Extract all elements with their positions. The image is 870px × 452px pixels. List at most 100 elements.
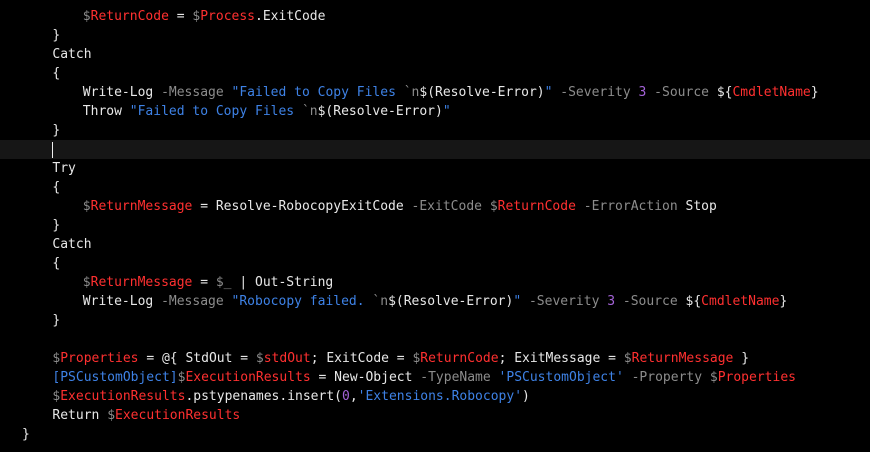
code-token: Process (200, 9, 256, 24)
code-token: $ (107, 408, 116, 423)
code-text: } (52, 26, 60, 45)
code-line[interactable] (0, 140, 870, 159)
code-token: , (349, 389, 358, 404)
code-token: $ (82, 9, 91, 24)
code-token: Throw (82, 104, 130, 119)
code-token: | Out-String (231, 275, 334, 290)
code-token: `n (403, 85, 420, 100)
code-line[interactable]: } (0, 26, 870, 45)
code-text: { (52, 178, 60, 197)
code-token: -ExitCode (411, 199, 490, 214)
code-token: "Failed to Copy Files (231, 85, 404, 100)
code-text: } (52, 311, 60, 330)
code-token: ReturnCode (420, 351, 499, 366)
code-token: $ (255, 351, 264, 366)
code-token: $(Resolve-Error) (317, 104, 443, 119)
code-token: } (22, 427, 30, 442)
code-text: } (22, 425, 30, 444)
code-text: Catch (52, 235, 91, 254)
code-line[interactable]: Throw "Failed to Copy Files `n$(Resolve-… (0, 102, 870, 121)
code-line[interactable]: $Properties = @{ StdOut = $stdOut; ExitC… (0, 349, 870, 368)
code-token: 0 (342, 389, 350, 404)
code-token: ReturnMessage (631, 351, 734, 366)
code-token: Catch (52, 237, 92, 252)
code-token: { (52, 256, 61, 271)
code-token: } (52, 218, 61, 233)
code-line[interactable]: Catch (0, 45, 870, 64)
code-token: = (168, 9, 193, 24)
code-token: Stop (685, 199, 717, 214)
code-token: -ErrorAction (575, 199, 686, 214)
code-text: Write-Log -Message "Robocopy failed. `n$… (83, 292, 787, 311)
code-token: $_ (215, 275, 232, 290)
code-token: ${ (685, 294, 702, 309)
code-token: $ (82, 199, 91, 214)
code-line[interactable]: $ReturnMessage = $_ | Out-String (0, 273, 870, 292)
code-line[interactable]: $ExecutionResults.pstypenames.insert(0,'… (0, 387, 870, 406)
code-token: "Robocopy failed. (231, 294, 373, 309)
code-line[interactable]: } (0, 311, 870, 330)
code-token: $ (623, 351, 632, 366)
code-token: [PSCustomObject] (52, 370, 178, 385)
code-token: } (733, 351, 750, 366)
code-text: $ReturnCode = $Process.ExitCode (83, 7, 326, 26)
code-line[interactable]: $ReturnCode = $Process.ExitCode (0, 7, 870, 26)
code-token: CmdletName (701, 294, 780, 309)
code-token: = (192, 275, 216, 290)
code-token: -Source (646, 85, 717, 100)
code-text: { (52, 254, 60, 273)
code-token: $ (709, 370, 718, 385)
code-text: $ReturnMessage = $_ | Out-String (83, 273, 333, 292)
code-token: ${ (716, 85, 733, 100)
code-text: Return $ExecutionResults (52, 406, 240, 425)
code-token: ExecutionResults (185, 370, 311, 385)
code-token: = New-Object (310, 370, 421, 385)
code-text: $ReturnMessage = Resolve-RobocopyExitCod… (83, 197, 717, 216)
code-token: Write-Log (82, 294, 162, 309)
code-token: -Property (623, 370, 710, 385)
code-token: `n (372, 294, 389, 309)
code-text: { (52, 64, 60, 83)
code-text: } (52, 121, 60, 140)
code-token: ReturnMessage (90, 275, 193, 290)
code-line[interactable]: Return $ExecutionResults (0, 406, 870, 425)
code-line[interactable]: { (0, 178, 870, 197)
code-token: ; ExitCode = (310, 351, 413, 366)
code-line[interactable]: { (0, 254, 870, 273)
code-token: CmdletName (732, 85, 811, 100)
code-editor[interactable]: $ReturnCode = $Process.ExitCode} Catch{Wr… (0, 0, 870, 452)
code-line[interactable]: } (0, 425, 870, 444)
code-token: Properties (717, 370, 796, 385)
code-line[interactable]: Write-Log -Message "Failed to Copy Files… (0, 83, 870, 102)
code-token: `n (301, 104, 318, 119)
code-token: ) (522, 389, 530, 404)
code-token: ReturnCode (497, 199, 576, 214)
code-text: Catch (52, 45, 91, 64)
code-text: $ExecutionResults.pstypenames.insert(0,'… (52, 387, 529, 406)
code-line[interactable]: Try (0, 159, 870, 178)
code-token: ; ExitMessage = (498, 351, 624, 366)
code-token: } (810, 85, 819, 100)
code-token: Properties (60, 351, 139, 366)
code-token: } (779, 294, 788, 309)
code-token: Return (52, 408, 108, 423)
code-token: $(Resolve-Error) (419, 85, 545, 100)
code-line[interactable] (0, 330, 870, 349)
code-token: 'Extensions.Robocopy' (357, 389, 523, 404)
code-line[interactable]: [PSCustomObject] $ ExecutionResults = New-… (0, 368, 870, 387)
code-token: } (52, 313, 61, 328)
code-text: Throw "Failed to Copy Files `n$(Resolve-… (83, 102, 451, 121)
code-line[interactable]: { (0, 64, 870, 83)
code-line[interactable]: } (0, 121, 870, 140)
code-text: Try (52, 159, 75, 178)
code-token: } (52, 28, 61, 43)
code-line[interactable]: Catch (0, 235, 870, 254)
code-token: -Severity (521, 294, 608, 309)
code-text: } (52, 216, 60, 235)
code-text: $Properties = @{ StdOut = $stdOut; ExitC… (52, 349, 749, 368)
code-token: $ (82, 275, 91, 290)
code-line[interactable]: } (0, 216, 870, 235)
code-line[interactable]: Write-Log -Message "Robocopy failed. `n$… (0, 292, 870, 311)
code-token: ExecutionResults (115, 408, 241, 423)
code-line[interactable]: $ReturnMessage = Resolve-RobocopyExitCod… (0, 197, 870, 216)
